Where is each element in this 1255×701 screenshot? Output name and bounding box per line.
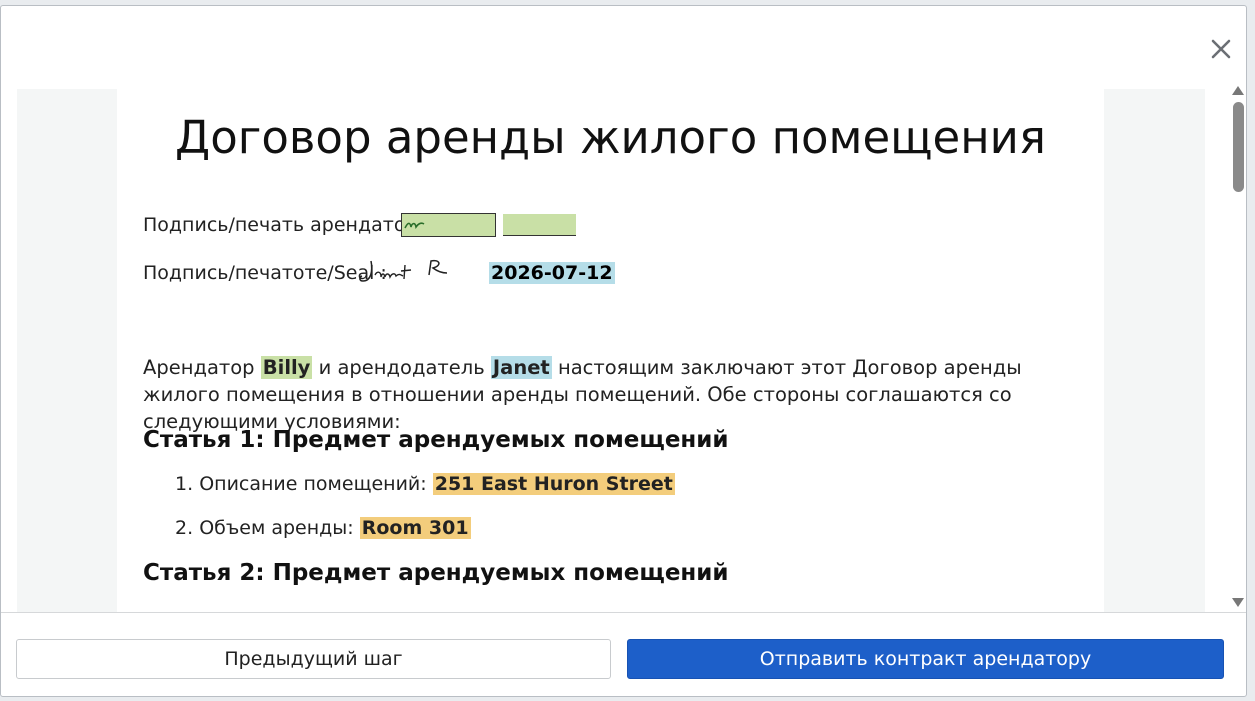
intro-text-1: Арендатор [143, 356, 261, 379]
item-label: Объем аренды: [199, 517, 354, 539]
scroll-up-icon[interactable] [1232, 86, 1244, 95]
item-number: 2. [175, 517, 194, 539]
premises-address: 251 East Huron Street [432, 473, 675, 495]
article-2-heading: Статья 2: Предмет арендуемых помещений [143, 560, 729, 586]
document-title: Договор аренды жилого помещения [175, 111, 1046, 164]
landlord-name: Janet [490, 356, 552, 379]
send-contract-button[interactable]: Отправить контракт арендатору [627, 639, 1224, 679]
contract-modal: Договор аренды жилого помещения Подпись/… [0, 5, 1247, 697]
document-page: Договор аренды жилого помещения Подпись/… [117, 89, 1104, 612]
list-item: 1. Описание помещений: 251 East Huron St… [175, 473, 675, 495]
tenant-signature-label: Подпись/печать арендатора : [143, 214, 442, 236]
landlord-signature-image [357, 255, 457, 293]
signature-date: 2026-07-12 [489, 262, 615, 284]
scrollbar-thumb[interactable] [1233, 102, 1244, 192]
previous-step-button[interactable]: Предыдущий шаг [16, 639, 611, 679]
tenant-signature-field[interactable] [401, 213, 496, 237]
modal-footer: Предыдущий шаг Отправить контракт аренда… [1, 612, 1246, 698]
article-1-heading: Статья 1: Предмет арендуемых помещений [143, 427, 729, 453]
item-number: 1. [175, 473, 194, 495]
list-item: 2. Объем аренды: Room 301 [175, 517, 471, 539]
tenant-seal-field[interactable] [503, 214, 576, 236]
tenant-name: Billy [260, 356, 313, 379]
document-viewport[interactable]: Договор аренды жилого помещения Подпись/… [17, 89, 1205, 612]
item-label: Описание помещений: [199, 473, 427, 495]
landlord-signature-label: Подпись/печатоте/Seal : [143, 262, 387, 284]
intro-text-2: и арендодатель [312, 356, 491, 379]
scroll-down-icon[interactable] [1232, 598, 1244, 607]
rental-scope: Room 301 [359, 517, 471, 539]
close-icon[interactable] [1208, 36, 1234, 62]
intro-paragraph: Арендатор Billy и арендодатель Janet нас… [143, 354, 1073, 435]
